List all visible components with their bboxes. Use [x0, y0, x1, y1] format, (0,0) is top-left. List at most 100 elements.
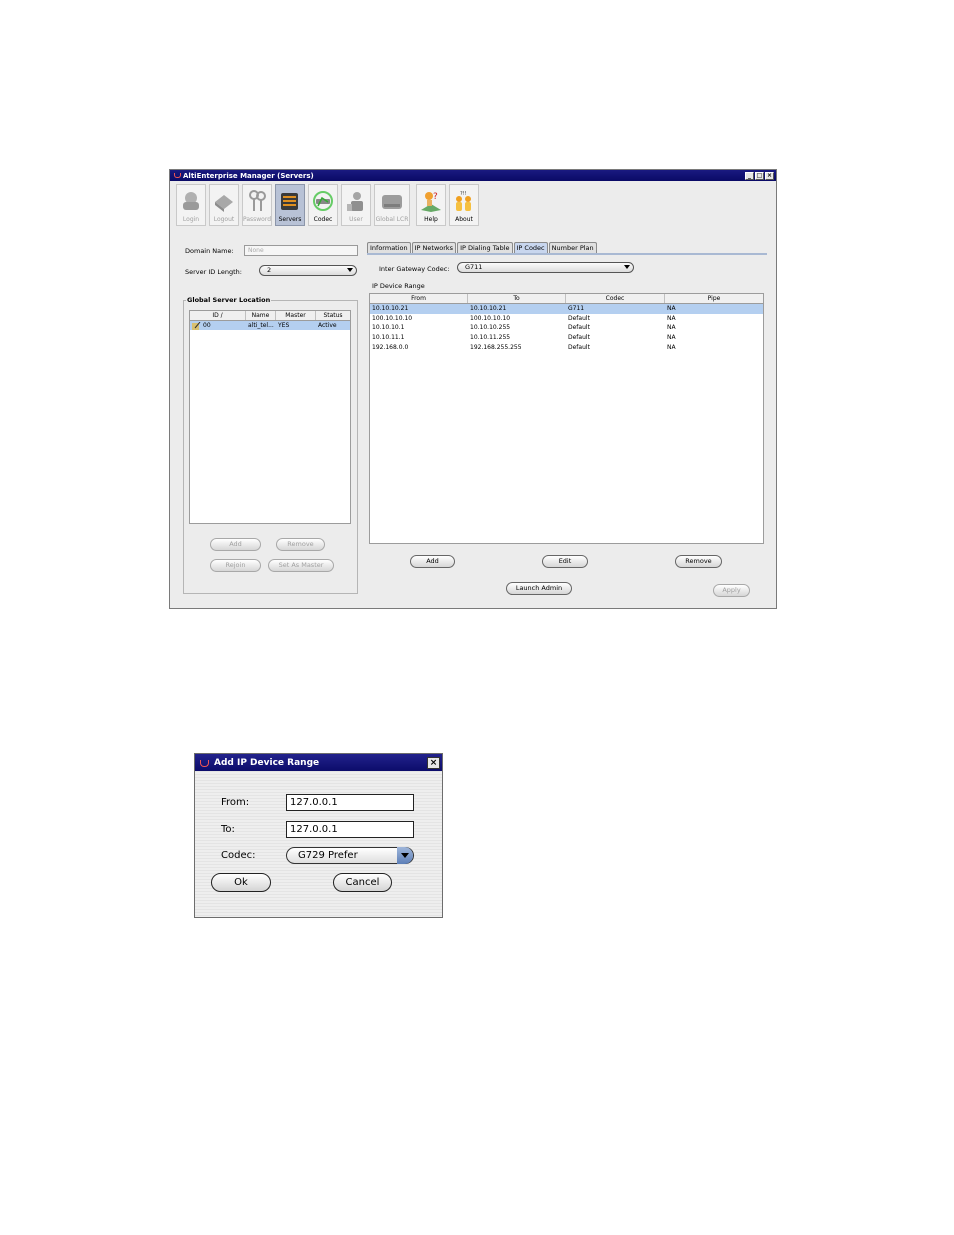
col-header-pipe[interactable]: Pipe: [665, 294, 763, 303]
from-field[interactable]: 127.0.0.1: [286, 794, 414, 811]
toolbar-codec-button[interactable]: Codec: [308, 184, 338, 226]
java-cup-icon: [173, 172, 181, 180]
global-lcr-icon: [381, 190, 403, 212]
table-row[interactable]: 192.168.0.0 192.168.255.255 Default NA: [370, 343, 763, 353]
table-row[interactable]: 10.10.11.1 10.10.11.255 Default NA: [370, 333, 763, 343]
login-icon: [180, 190, 202, 212]
server-id-length-label: Server ID Length:: [185, 268, 242, 276]
pipe-cell: NA: [667, 324, 676, 332]
window-title: AltiEnterprise Manager (Servers): [183, 171, 314, 180]
ok-button[interactable]: Ok: [211, 873, 271, 892]
toolbar-password-button[interactable]: Password: [242, 184, 272, 226]
servers-icon: [279, 190, 301, 212]
pipe-cell: NA: [667, 343, 676, 351]
col-header-id[interactable]: ID /: [190, 311, 246, 320]
svg-text:?: ?: [433, 192, 438, 202]
server-table-header: ID / Name Master Status: [190, 311, 350, 321]
minimize-button[interactable]: _: [745, 171, 754, 180]
codec-cell: G711: [568, 305, 585, 312]
domain-name-label: Domain Name:: [185, 247, 234, 255]
range-remove-button[interactable]: Remove: [675, 555, 722, 568]
codec-cell: Default: [568, 343, 590, 351]
col-header-status[interactable]: Status: [316, 311, 350, 320]
table-row[interactable]: 100.10.10.10 100.10.10.10 Default NA: [370, 314, 763, 324]
set-as-master-button[interactable]: Set As Master: [268, 559, 334, 572]
from-cell: 10.10.10.21: [372, 305, 409, 312]
server-edit-icon: [192, 321, 201, 330]
ip-device-range-table: From To Codec Pipe 10.10.10.21 10.10.10.…: [369, 293, 764, 544]
to-cell: 10.10.10.255: [470, 324, 511, 332]
apply-button[interactable]: Apply: [713, 584, 750, 597]
logout-icon: [213, 190, 235, 212]
col-header-from[interactable]: From: [370, 294, 468, 303]
maximize-button[interactable]: □: [755, 171, 764, 180]
dialog-title: Add IP Device Range: [214, 757, 320, 768]
inter-gateway-codec-combo[interactable]: G711: [457, 262, 634, 273]
toolbar-login-button[interactable]: Login: [176, 184, 206, 226]
ip-device-range-header: From To Codec Pipe: [370, 294, 763, 304]
col-header-name[interactable]: Name: [246, 311, 276, 320]
title-bar[interactable]: AltiEnterprise Manager (Servers) _ □ ×: [170, 170, 776, 181]
toolbar-logout-button[interactable]: Logout: [209, 184, 239, 226]
cancel-button[interactable]: Cancel: [333, 873, 392, 892]
col-header-to[interactable]: To: [468, 294, 566, 303]
tab-underline: [367, 253, 767, 255]
toolbar-help-label: Help: [424, 216, 438, 223]
table-row[interactable]: 10.10.10.1 10.10.10.255 Default NA: [370, 323, 763, 333]
help-icon: ?: [420, 190, 442, 212]
from-cell: 192.168.0.0: [372, 343, 409, 351]
codec-icon: [312, 190, 334, 212]
to-cell: 10.10.10.21: [470, 305, 507, 312]
toolbar-codec-label: Codec: [313, 216, 333, 223]
server-master-cell: YES: [278, 322, 290, 329]
toolbar-about-button[interactable]: ?!! About: [449, 184, 479, 226]
tab-number-plan[interactable]: Number Plan: [548, 242, 597, 253]
dialog-close-button[interactable]: ×: [427, 756, 440, 769]
tab-information[interactable]: Information: [367, 242, 411, 253]
toolbar-servers-button[interactable]: Servers: [275, 184, 305, 226]
range-add-button[interactable]: Add: [410, 555, 455, 568]
pipe-cell: NA: [667, 314, 676, 322]
codec-combo-value: G729 Prefer: [298, 850, 358, 861]
table-row[interactable]: 00 alti_tel... YES Active: [190, 321, 350, 330]
toolbar-help-button[interactable]: ? Help: [416, 184, 446, 226]
toolbar-servers-label: Servers: [278, 216, 302, 223]
tab-ip-dialing-table[interactable]: IP Dialing Table: [457, 242, 513, 253]
launch-admin-button[interactable]: Launch Admin: [506, 582, 572, 595]
from-cell: 100.10.10.10: [372, 314, 413, 322]
server-status-cell: Active: [318, 322, 337, 329]
close-button[interactable]: ×: [765, 171, 774, 180]
col-header-master[interactable]: Master: [276, 311, 316, 320]
about-icon: ?!!: [453, 190, 475, 212]
to-field[interactable]: 127.0.0.1: [286, 821, 414, 838]
inter-gateway-codec-label: Inter Gateway Codec:: [379, 265, 450, 273]
from-cell: 10.10.11.1: [372, 334, 405, 342]
chevron-down-icon: [347, 268, 353, 272]
range-edit-button[interactable]: Edit: [542, 555, 588, 568]
server-id-length-combo[interactable]: 2: [259, 265, 357, 276]
server-add-button[interactable]: Add: [210, 538, 261, 551]
dialog-title-bar[interactable]: Add IP Device Range ×: [195, 754, 442, 771]
toolbar-global-lcr-label: Global LCR: [375, 216, 409, 223]
server-rejoin-button[interactable]: Rejoin: [210, 559, 261, 572]
codec-label: Codec:: [221, 850, 256, 861]
to-cell: 192.168.255.255: [470, 343, 522, 351]
toolbar-user-button[interactable]: User: [341, 184, 371, 226]
server-id-cell: 00: [203, 322, 211, 329]
server-remove-button[interactable]: Remove: [276, 538, 325, 551]
toolbar-about-label: About: [455, 216, 473, 223]
tab-ip-networks[interactable]: IP Networks: [411, 242, 457, 253]
domain-name-field[interactable]: None: [244, 245, 358, 256]
table-row[interactable]: 10.10.10.21 10.10.10.21 G711 NA: [370, 304, 763, 314]
toolbar: Login Logout Password Servers Codec User…: [176, 184, 479, 226]
codec-cell: Default: [568, 334, 590, 342]
toolbar-password-label: Password: [242, 216, 272, 223]
codec-cell: Default: [568, 314, 590, 322]
tab-ip-codec[interactable]: IP Codec: [513, 242, 548, 253]
add-ip-device-range-dialog: Add IP Device Range × From: 127.0.0.1 To…: [194, 753, 443, 918]
codec-combo[interactable]: G729 Prefer: [286, 847, 414, 864]
col-header-codec[interactable]: Codec: [566, 294, 665, 303]
from-label: From:: [221, 797, 250, 808]
to-cell: 10.10.11.255: [470, 334, 511, 342]
toolbar-global-lcr-button[interactable]: Global LCR: [374, 184, 410, 226]
